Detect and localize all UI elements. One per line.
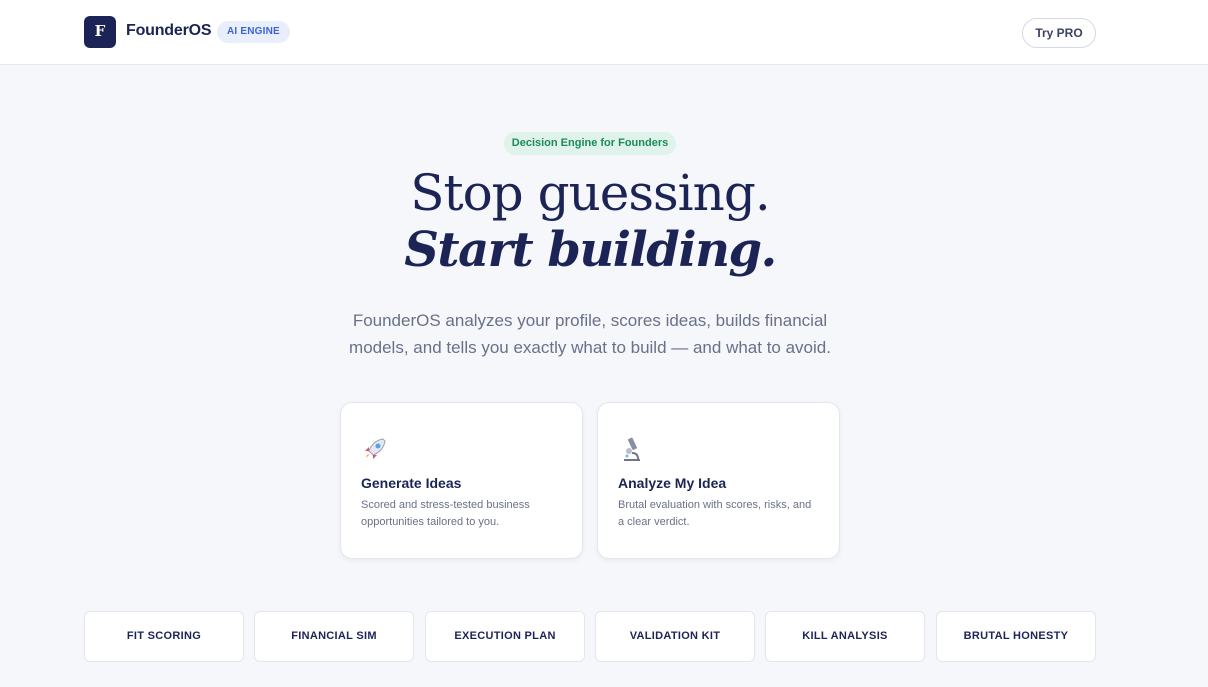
- feature-brutal-honesty: BRUTAL HONESTY: [936, 611, 1096, 662]
- top-header: F FounderOS AI ENGINE Try PRO: [0, 0, 1208, 65]
- card-description: Scored and stress-tested business opport…: [361, 499, 530, 528]
- card-title: Generate Ideas: [361, 475, 462, 491]
- ai-engine-badge: AI ENGINE: [217, 21, 290, 43]
- card-description: Brutal evaluation with scores, risks, an…: [618, 499, 812, 528]
- feature-financial-sim: FINANCIAL SIM: [254, 611, 414, 662]
- feature-validation-kit: VALIDATION KIT: [595, 611, 755, 662]
- logo-icon[interactable]: F: [84, 16, 116, 48]
- analyze-idea-card[interactable]: Analyze My Idea Brutal evaluation with s…: [597, 402, 840, 559]
- generate-ideas-card[interactable]: Generate Ideas Scored and stress-tested …: [340, 402, 583, 559]
- feature-kill-analysis: KILL ANALYSIS: [765, 611, 925, 662]
- hero-title-line2: Start building.: [404, 222, 777, 278]
- microscope-icon: [618, 435, 646, 463]
- try-pro-button[interactable]: Try PRO: [1022, 18, 1096, 48]
- feature-execution-plan: EXECUTION PLAN: [425, 611, 585, 662]
- hero-title-line1: Stop guessing.: [410, 164, 771, 222]
- tagline-pill: Decision Engine for Founders: [504, 132, 676, 155]
- card-title: Analyze My Idea: [618, 475, 727, 491]
- rocket-icon: [361, 435, 389, 463]
- hero-subtitle: FounderOS analyzes your profile, scores …: [349, 311, 831, 357]
- brand-name[interactable]: FounderOS: [126, 22, 212, 40]
- feature-fit-scoring: FIT SCORING: [84, 611, 244, 662]
